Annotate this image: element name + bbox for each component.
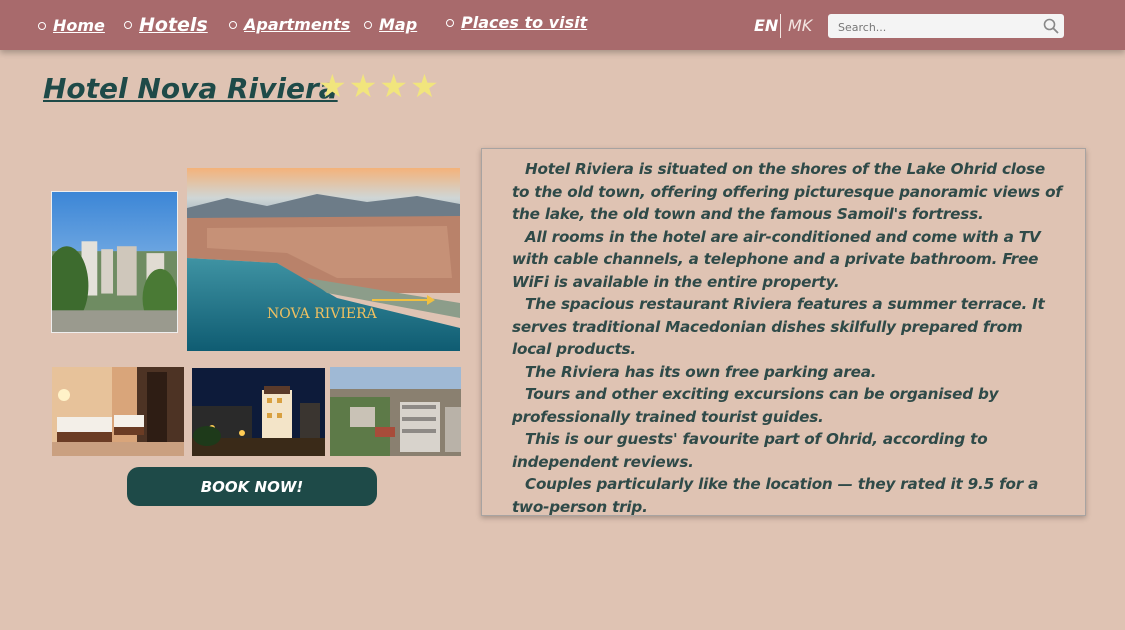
- lang-en-button[interactable]: EN: [754, 16, 778, 35]
- star-rating: ★ ★ ★ ★: [318, 68, 439, 104]
- photo-hotel-night[interactable]: [192, 368, 325, 456]
- nav-hotels-label: Hotels: [139, 14, 208, 36]
- nav-map-label: Map: [379, 15, 418, 34]
- description-paragraph: This is our guests' favourite part of Oh…: [512, 430, 988, 471]
- photo-hotel-room[interactable]: [52, 367, 184, 456]
- lang-mk-button[interactable]: MK: [788, 16, 812, 35]
- nav-map-link[interactable]: Map: [364, 15, 417, 34]
- nav-places-link[interactable]: Places to visit: [446, 13, 587, 32]
- nav-apartments-link[interactable]: Apartments: [229, 15, 350, 34]
- hotel-title[interactable]: Hotel Nova Riviera: [43, 72, 338, 105]
- lang-divider: [780, 14, 781, 38]
- description-paragraph: Tours and other exciting excursions can …: [512, 385, 999, 426]
- nav-home-label: Home: [53, 16, 105, 35]
- nav-apartments-label: Apartments: [244, 15, 351, 34]
- star-icon: ★: [379, 67, 409, 105]
- top-navbar: Home Hotels Apartments Map Places to vis…: [0, 0, 1125, 50]
- photo-aerial-view[interactable]: [330, 367, 461, 456]
- description-paragraph: Couples particularly like the location —…: [512, 475, 1039, 516]
- star-icon: ★: [410, 67, 439, 105]
- bullet-icon: [229, 20, 237, 29]
- bullet-icon: [446, 18, 454, 27]
- search-icon[interactable]: [1042, 17, 1060, 35]
- nav-hotels-link[interactable]: Hotels: [124, 14, 208, 36]
- bullet-icon: [364, 20, 372, 29]
- star-icon: ★: [348, 67, 378, 105]
- book-now-button[interactable]: BOOK NOW!: [127, 467, 377, 506]
- photo-logo-text: NOVA RIVIERA: [267, 306, 378, 322]
- bullet-icon: [38, 21, 46, 30]
- nav-places-label: Places to visit: [461, 13, 588, 32]
- description-paragraph: All rooms in the hotel are air-condition…: [512, 227, 1041, 291]
- description-paragraph: Hotel Riviera is situated on the shores …: [512, 160, 1062, 223]
- photo-lake-view[interactable]: NOVA RIVIERA: [187, 168, 460, 351]
- search-box: [828, 14, 1064, 38]
- search-input[interactable]: [836, 17, 1040, 37]
- star-icon: ★: [318, 67, 347, 105]
- hotel-description-panel: Hotel Riviera is situated on the shores …: [481, 148, 1086, 516]
- bullet-icon: [124, 21, 132, 29]
- description-paragraph: The Riviera has its own free parking are…: [525, 362, 877, 381]
- nav-home-link[interactable]: Home: [38, 16, 105, 35]
- photo-town-square[interactable]: [51, 191, 178, 333]
- description-paragraph: The spacious restaurant Riviera features…: [512, 295, 1045, 358]
